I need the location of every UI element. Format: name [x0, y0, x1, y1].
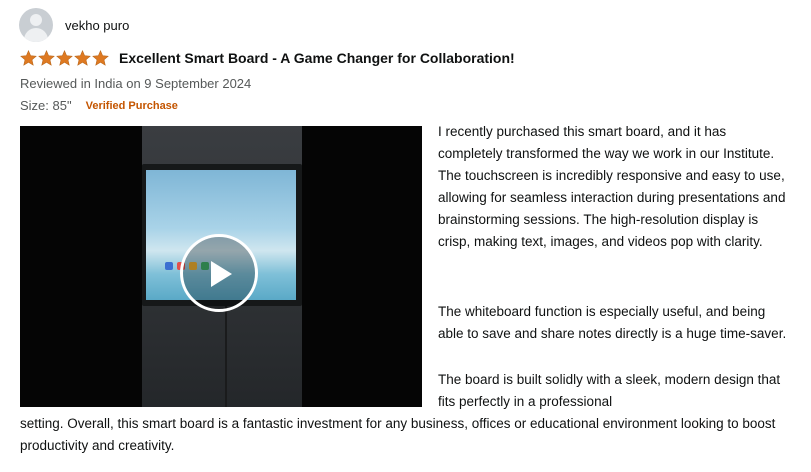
review-paragraph-3-end: setting. Overall, this smart board is a … [20, 416, 776, 453]
size-label: Size: 85" [20, 98, 72, 113]
review-paragraph-3-start: The board is built solidly with a sleek,… [438, 372, 781, 409]
star-icon [92, 50, 109, 66]
review-meta: Size: 85" Verified Purchase [20, 98, 178, 113]
rating-row: Excellent Smart Board - A Game Changer f… [20, 50, 515, 66]
review-paragraph-2: The whiteboard function is especially us… [438, 304, 787, 341]
verified-purchase-badge: Verified Purchase [85, 99, 178, 112]
star-icon [20, 50, 37, 66]
reviewer-profile[interactable]: vekho puro [19, 8, 129, 42]
video-frame-cable [225, 306, 227, 407]
star-icon [56, 50, 73, 66]
play-button[interactable] [180, 234, 258, 312]
star-rating[interactable] [20, 50, 109, 66]
reviewer-name[interactable]: vekho puro [65, 18, 129, 33]
star-icon [74, 50, 91, 66]
star-icon [38, 50, 55, 66]
play-icon [211, 261, 232, 287]
review-video[interactable] [20, 126, 422, 407]
review-date: Reviewed in India on 9 September 2024 [20, 76, 252, 91]
review-title[interactable]: Excellent Smart Board - A Game Changer f… [119, 50, 515, 66]
review-paragraph-1: I recently purchased this smart board, a… [438, 124, 786, 249]
default-user-avatar-icon [19, 8, 53, 42]
customer-review: vekho puro Excellent Smart Board - A Gam… [0, 0, 811, 472]
